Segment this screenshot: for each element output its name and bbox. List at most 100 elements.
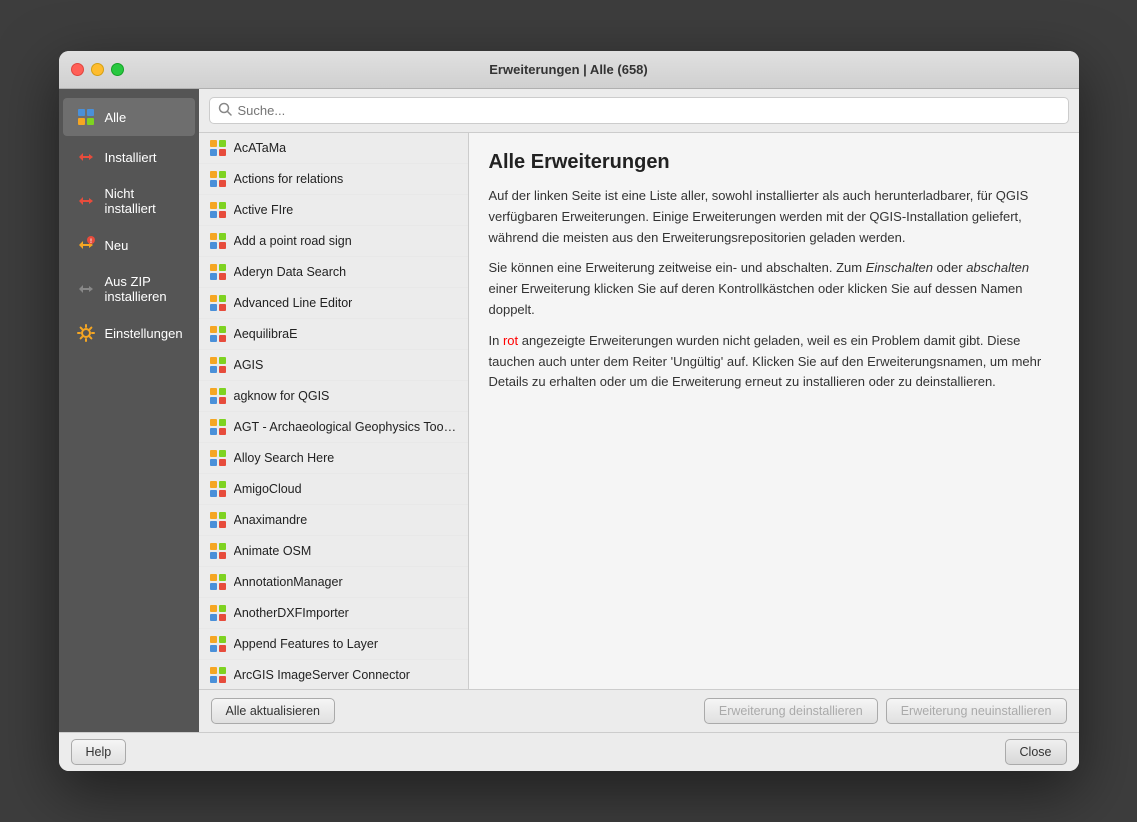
- svg-text:!: !: [90, 239, 92, 245]
- list-detail: AcATaMa Actions for relations Active FIr…: [199, 133, 1079, 689]
- plugin-puzzle-icon: [209, 170, 227, 188]
- plugin-puzzle-icon: [209, 542, 227, 560]
- sidebar-label-nicht-installiert: Nicht installiert: [105, 186, 183, 216]
- help-button[interactable]: Help: [71, 739, 127, 765]
- plugin-name: AequilibraE: [234, 327, 298, 341]
- list-item[interactable]: Active FIre: [199, 195, 468, 226]
- sidebar-label-einstellungen: Einstellungen: [105, 326, 183, 341]
- plugin-name: Animate OSM: [234, 544, 312, 558]
- search-icon: [218, 102, 232, 119]
- plugin-puzzle-icon: [209, 511, 227, 529]
- traffic-lights: [71, 63, 124, 76]
- search-input[interactable]: [238, 103, 1060, 118]
- list-item[interactable]: Advanced Line Editor: [199, 288, 468, 319]
- sidebar-item-einstellungen[interactable]: Einstellungen: [63, 314, 195, 352]
- sidebar: Alle Installiert Nicht installiert: [59, 89, 199, 732]
- bottom-left-buttons: Alle aktualisieren: [211, 698, 336, 724]
- list-item[interactable]: ArcGIS ImageServer Connector: [199, 660, 468, 689]
- plugin-name: Add a point road sign: [234, 234, 352, 248]
- plugin-puzzle-icon: [209, 418, 227, 436]
- sidebar-item-installiert[interactable]: Installiert: [63, 138, 195, 176]
- plugin-puzzle-icon: [209, 387, 227, 405]
- plugin-puzzle-icon: [209, 232, 227, 250]
- plugin-name: AnnotationManager: [234, 575, 343, 589]
- installiert-icon: [75, 146, 97, 168]
- list-item[interactable]: AequilibraE: [199, 319, 468, 350]
- neu-icon: !: [75, 234, 97, 256]
- list-item[interactable]: Aderyn Data Search: [199, 257, 468, 288]
- plugin-name: Aderyn Data Search: [234, 265, 347, 279]
- search-bar: [199, 89, 1079, 133]
- plugin-puzzle-icon: [209, 604, 227, 622]
- red-rot: rot: [503, 333, 518, 348]
- minimize-traffic-light[interactable]: [91, 63, 104, 76]
- aus-zip-icon: [75, 278, 97, 300]
- plugin-name: AnotherDXFImporter: [234, 606, 349, 620]
- sidebar-label-aus-zip: Aus ZIP installieren: [105, 274, 183, 304]
- list-item[interactable]: Animate OSM: [199, 536, 468, 567]
- content-area: Alle Installiert Nicht installiert: [59, 89, 1079, 732]
- sidebar-label-installiert: Installiert: [105, 150, 157, 165]
- plugin-puzzle-icon: [209, 356, 227, 374]
- plugin-list-wrap: AcATaMa Actions for relations Active FIr…: [199, 133, 469, 689]
- close-traffic-light[interactable]: [71, 63, 84, 76]
- plugin-name: Actions for relations: [234, 172, 344, 186]
- list-item[interactable]: AcATaMa: [199, 133, 468, 164]
- detail-paragraph-1: Auf der linken Seite ist eine Liste alle…: [489, 186, 1059, 248]
- maximize-traffic-light[interactable]: [111, 63, 124, 76]
- alle-aktualisieren-button[interactable]: Alle aktualisieren: [211, 698, 336, 724]
- plugin-name: AGT - Archaeological Geophysics Toolb...: [234, 420, 458, 434]
- plugin-puzzle-icon: [209, 263, 227, 281]
- sidebar-item-alle[interactable]: Alle: [63, 98, 195, 136]
- list-item[interactable]: Alloy Search Here: [199, 443, 468, 474]
- plugin-name: AmigoCloud: [234, 482, 302, 496]
- nicht-installiert-icon: [75, 190, 97, 212]
- bottom-right-buttons: Erweiterung deinstallieren Erweiterung n…: [704, 698, 1067, 724]
- list-item[interactable]: agknow for QGIS: [199, 381, 468, 412]
- list-item[interactable]: Actions for relations: [199, 164, 468, 195]
- plugin-puzzle-icon: [209, 201, 227, 219]
- close-button[interactable]: Close: [1005, 739, 1067, 765]
- sidebar-item-neu[interactable]: ! Neu: [63, 226, 195, 264]
- italic-abschalten: abschalten: [966, 260, 1029, 275]
- plugin-name: Anaximandre: [234, 513, 308, 527]
- sidebar-item-nicht-installiert[interactable]: Nicht installiert: [63, 178, 195, 224]
- detail-text: Auf der linken Seite ist eine Liste alle…: [489, 186, 1059, 393]
- plugin-puzzle-icon: [209, 449, 227, 467]
- main-window: Erweiterungen | Alle (658) Alle: [59, 51, 1079, 771]
- list-item[interactable]: AGIS: [199, 350, 468, 381]
- plugin-puzzle-icon: [209, 635, 227, 653]
- erweiterung-deinstallieren-button[interactable]: Erweiterung deinstallieren: [704, 698, 878, 724]
- plugin-puzzle-icon: [209, 666, 227, 684]
- detail-paragraph-3: In rot angezeigte Erweiterungen wurden n…: [489, 331, 1059, 393]
- plugin-puzzle-icon: [209, 325, 227, 343]
- main-area: AcATaMa Actions for relations Active FIr…: [199, 89, 1079, 732]
- window-title: Erweiterungen | Alle (658): [489, 62, 647, 77]
- italic-einschalten: Einschalten: [866, 260, 933, 275]
- titlebar: Erweiterungen | Alle (658): [59, 51, 1079, 89]
- einstellungen-icon: [75, 322, 97, 344]
- plugin-puzzle-icon: [209, 294, 227, 312]
- list-item[interactable]: Anaximandre: [199, 505, 468, 536]
- list-item[interactable]: Append Features to Layer: [199, 629, 468, 660]
- erweiterung-neuinstallieren-button[interactable]: Erweiterung neuinstallieren: [886, 698, 1067, 724]
- plugin-name: Append Features to Layer: [234, 637, 379, 651]
- plugin-puzzle-icon: [209, 573, 227, 591]
- sidebar-item-aus-zip[interactable]: Aus ZIP installieren: [63, 266, 195, 312]
- detail-paragraph-2: Sie können eine Erweiterung zeitweise ei…: [489, 258, 1059, 320]
- plugin-name: ArcGIS ImageServer Connector: [234, 668, 410, 682]
- sidebar-label-neu: Neu: [105, 238, 129, 253]
- list-item[interactable]: AnnotationManager: [199, 567, 468, 598]
- list-item[interactable]: Add a point road sign: [199, 226, 468, 257]
- list-item[interactable]: AmigoCloud: [199, 474, 468, 505]
- plugin-name: Advanced Line Editor: [234, 296, 353, 310]
- list-item[interactable]: AnotherDXFImporter: [199, 598, 468, 629]
- detail-title: Alle Erweiterungen: [489, 151, 1059, 174]
- bottom-bar: Alle aktualisieren Erweiterung deinstall…: [199, 689, 1079, 732]
- plugin-name: Alloy Search Here: [234, 451, 335, 465]
- plugin-name: AGIS: [234, 358, 264, 372]
- list-item[interactable]: AGT - Archaeological Geophysics Toolb...: [199, 412, 468, 443]
- search-input-wrap: [209, 97, 1069, 124]
- plugin-list[interactable]: AcATaMa Actions for relations Active FIr…: [199, 133, 468, 689]
- plugin-name: Active FIre: [234, 203, 294, 217]
